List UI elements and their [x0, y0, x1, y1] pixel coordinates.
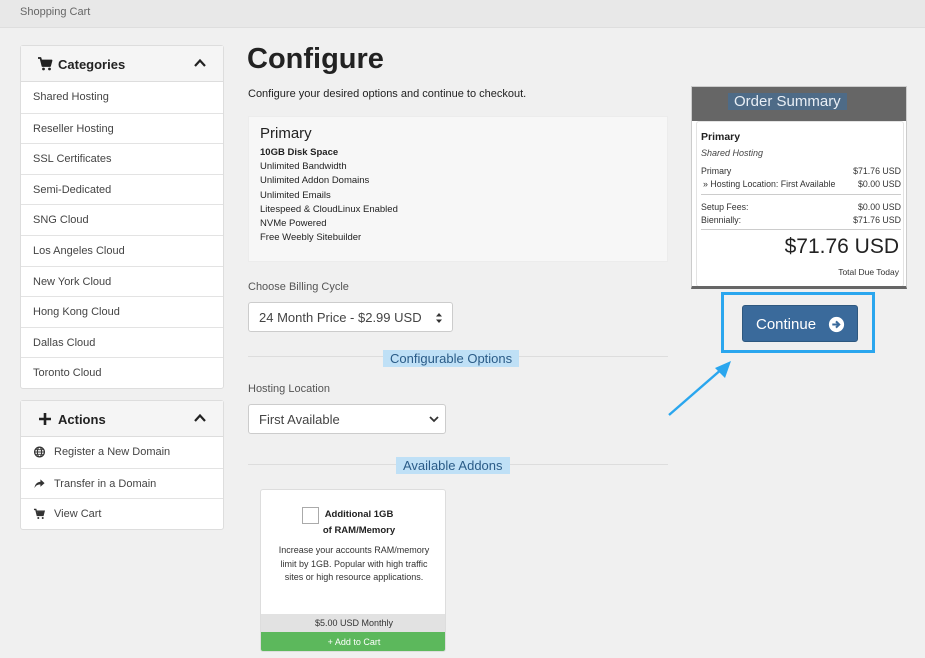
- page-title: Configure: [247, 43, 384, 75]
- billing-cycle-label: Choose Billing Cycle: [248, 281, 349, 293]
- arrow-circle-right-icon: [828, 316, 845, 333]
- product-features: 10GB Disk Space Unlimited Bandwidth Unli…: [260, 146, 398, 245]
- summary-total-label: Total Due Today: [838, 267, 899, 277]
- category-item[interactable]: Hong Kong Cloud: [21, 296, 223, 327]
- category-item[interactable]: Dallas Cloud: [21, 326, 223, 358]
- chevron-up-icon[interactable]: [193, 411, 207, 425]
- category-item[interactable]: SSL Certificates: [21, 143, 223, 174]
- addon-card: Additional 1GB of RAM/Memory Increase yo…: [260, 489, 446, 652]
- category-item[interactable]: Reseller Hosting: [21, 112, 223, 144]
- feature-item: Unlimited Emails: [260, 189, 331, 201]
- feature-item: 10GB Disk Space: [260, 147, 339, 158]
- product-name: Primary: [260, 125, 312, 142]
- top-bar: Shopping Cart: [0, 0, 925, 28]
- globe-icon: [34, 446, 45, 458]
- breadcrumb[interactable]: Shopping Cart: [20, 6, 90, 18]
- billing-cycle-value: 24 Month Price - $2.99 USD: [259, 310, 422, 325]
- category-item[interactable]: SNG Cloud: [21, 204, 223, 235]
- billing-cycle-select[interactable]: 24 Month Price - $2.99 USD: [248, 302, 453, 332]
- summary-fee: Setup Fees: $0.00 USD: [701, 202, 901, 212]
- addon-name: Additional 1GB of RAM/Memory: [322, 509, 396, 536]
- addon-price: $5.00 USD Monthly: [261, 614, 445, 632]
- add-to-cart-button[interactable]: + Add to Cart: [261, 632, 445, 651]
- actions-list: Register a New Domain Transfer in a Doma…: [21, 437, 223, 529]
- order-summary-body: Primary Shared Hosting Primary $71.76 US…: [696, 121, 904, 286]
- order-summary-title: Order Summary: [728, 93, 847, 110]
- order-summary-header: Order Summary: [692, 87, 906, 121]
- feature-item: Litespeed & CloudLinux Enabled: [260, 203, 398, 215]
- share-arrow-icon: [34, 478, 45, 488]
- summary-divider: [701, 194, 901, 195]
- addon-checkbox[interactable]: [302, 507, 319, 524]
- actions-panel: Actions Register a New Domain Transfer i…: [20, 400, 224, 530]
- actions-title: Actions: [58, 412, 106, 427]
- addon-description: Increase your accounts RAM/memory limit …: [278, 545, 430, 582]
- chevron-up-icon[interactable]: [193, 56, 207, 70]
- summary-product-name: Primary: [701, 131, 741, 143]
- plus-icon: +: [327, 637, 333, 647]
- cart-icon: [38, 57, 53, 71]
- category-item[interactable]: Toronto Cloud: [21, 357, 223, 388]
- summary-product-group: Shared Hosting: [701, 148, 764, 158]
- continue-label: Continue: [756, 316, 817, 333]
- summary-total: $71.76 USD: [784, 235, 899, 258]
- hosting-location-select[interactable]: First Available: [248, 404, 446, 434]
- category-item[interactable]: Semi-Dedicated: [21, 173, 223, 205]
- cart-icon: [33, 508, 46, 520]
- categories-panel: Categories Shared Hosting Reseller Hosti…: [20, 45, 224, 389]
- feature-item: NVMe Powered: [260, 218, 327, 230]
- continue-button[interactable]: Continue: [742, 305, 858, 342]
- product-info-box: Primary 10GB Disk Space Unlimited Bandwi…: [248, 116, 668, 262]
- add-to-cart-label: Add to Cart: [334, 637, 381, 647]
- available-addons-title: Available Addons: [396, 457, 510, 474]
- hosting-location-label: Hosting Location: [248, 383, 330, 395]
- action-view-cart[interactable]: View Cart: [21, 498, 223, 529]
- hosting-location-value: First Available: [259, 412, 340, 427]
- summary-line: » Hosting Location: First Available $0.0…: [703, 179, 901, 189]
- category-item[interactable]: New York Cloud: [21, 265, 223, 297]
- action-transfer-domain[interactable]: Transfer in a Domain: [21, 467, 223, 499]
- page-subtitle: Configure your desired options and conti…: [248, 88, 527, 100]
- annotation-arrow-icon: [668, 361, 731, 416]
- category-item[interactable]: Los Angeles Cloud: [21, 234, 223, 266]
- select-arrows-icon: [436, 313, 442, 323]
- plus-icon: [39, 413, 51, 425]
- summary-divider: [701, 229, 901, 230]
- actions-header[interactable]: Actions: [21, 401, 223, 437]
- categories-title: Categories: [58, 57, 126, 72]
- category-item[interactable]: Shared Hosting: [21, 82, 223, 113]
- categories-list: Shared Hosting Reseller Hosting SSL Cert…: [21, 82, 223, 388]
- order-summary: Order Summary Primary Shared Hosting Pri…: [691, 86, 907, 289]
- feature-item: Unlimited Bandwidth: [260, 161, 347, 173]
- categories-header[interactable]: Categories: [21, 46, 223, 82]
- summary-line: Primary $71.76 USD: [701, 166, 901, 176]
- action-register-domain[interactable]: Register a New Domain: [21, 437, 223, 468]
- feature-item: Free Weebly Sitebuilder: [260, 232, 362, 244]
- chevron-down-icon: [429, 416, 439, 423]
- feature-item: Unlimited Addon Domains: [260, 175, 370, 187]
- summary-fee: Biennially: $71.76 USD: [701, 215, 901, 225]
- configurable-options-title: Configurable Options: [383, 350, 520, 367]
